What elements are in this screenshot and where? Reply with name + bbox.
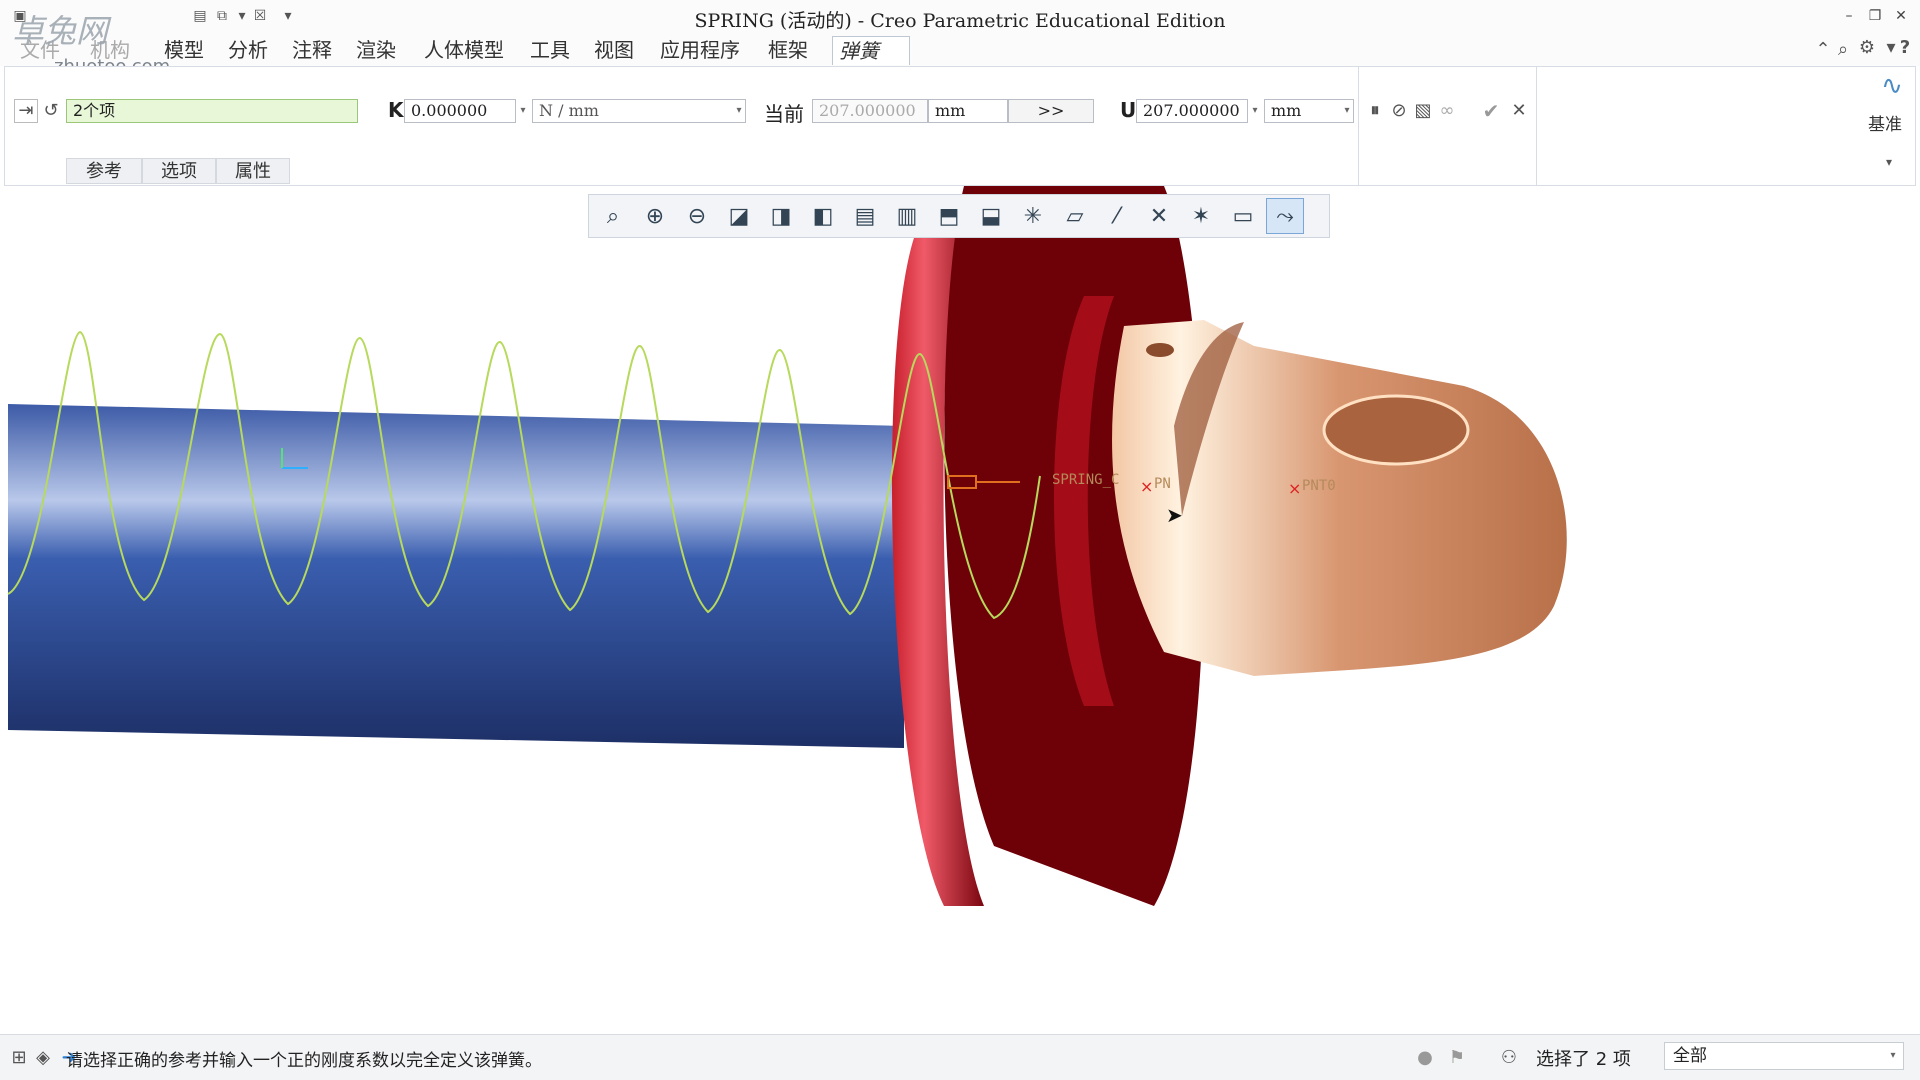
zoom-out-icon[interactable]: ⊖ [678, 198, 716, 234]
tab-view[interactable]: 视图 [588, 36, 640, 64]
point-mark: × [1140, 477, 1153, 496]
flag-icon[interactable]: ⚑ [1446, 1046, 1468, 1070]
selection-filter[interactable]: 全部 [1664, 1042, 1904, 1070]
status-message: 请选择正确的参考并输入一个正的刚度系数以完全定义该弹簧。 [66, 1051, 542, 1071]
pause-icon[interactable]: ⏸ [1364, 99, 1386, 123]
settings-icon[interactable]: ⚙ [1856, 36, 1878, 60]
current-unit-field: mm [928, 99, 1008, 123]
datum-icon[interactable]: ∿ [1876, 73, 1908, 99]
selection-count: 选择了 2 项 [1536, 1049, 1631, 1070]
tab-tools[interactable]: 工具 [524, 36, 576, 64]
ribbon-divider [1358, 66, 1359, 186]
k-unit-select[interactable]: N / mm [532, 99, 746, 123]
point-display-icon[interactable]: ⁄ [1098, 198, 1136, 234]
glasses-icon[interactable]: ∞ [1436, 99, 1458, 123]
close-window-icon[interactable]: ☒ [252, 8, 268, 24]
chevron-down-icon[interactable]: ▾ [234, 8, 250, 24]
chevron-down-icon[interactable]: ▾ [516, 100, 530, 122]
orient-icon[interactable]: ⬓ [972, 198, 1010, 234]
customize-dropdown-icon[interactable]: ▾ [280, 8, 296, 24]
view-manager-icon[interactable]: ▥ [888, 198, 926, 234]
cursor-icon: ➤ [1166, 503, 1183, 527]
axis-display-icon[interactable]: ▱ [1056, 198, 1094, 234]
point-label-pn[interactable]: PN [1154, 476, 1171, 492]
no-preview-icon[interactable]: ⊘ [1388, 99, 1410, 123]
datum-label[interactable]: 基准 [1868, 110, 1902, 135]
tab-applications[interactable]: 应用程序 [654, 36, 746, 64]
spring-ribbon [4, 66, 1916, 186]
tab-properties[interactable]: 属性 [216, 158, 290, 184]
repaint-icon[interactable]: ◪ [720, 198, 758, 234]
spin-center-icon[interactable]: ▭ [1224, 198, 1262, 234]
close-icon[interactable]: ✕ [1890, 6, 1912, 26]
eye-body [1112, 320, 1567, 676]
collapse-ribbon-icon[interactable]: ⌃ [1812, 38, 1834, 62]
display-style-icon[interactable]: ⬒ [930, 198, 968, 234]
layout-icon[interactable]: ⊞ [8, 1046, 30, 1070]
current-value-field: 207.000000 [812, 99, 928, 123]
point-mark: × [1288, 479, 1301, 498]
binoculars-icon[interactable]: ⚇ [1498, 1046, 1520, 1070]
u-value-field[interactable]: 207.000000 [1136, 99, 1248, 123]
help-icon[interactable]: ? [1894, 36, 1916, 60]
window-switch-icon[interactable]: ⧉ [214, 8, 230, 24]
zoom-in-icon[interactable]: ⊕ [636, 198, 674, 234]
refit-icon[interactable]: ⌕ [594, 198, 632, 234]
tab-annotate[interactable]: 注释 [286, 36, 338, 64]
point-label-pnt0[interactable]: PNT0 [1302, 478, 1336, 494]
mechanism-display-icon[interactable]: ⤳ [1266, 198, 1304, 234]
watermark-logo: 卓兔网 [12, 12, 109, 50]
shaded-edges-icon[interactable]: ◨ [762, 198, 800, 234]
tab-analysis[interactable]: 分析 [222, 36, 274, 64]
model-view: × × ➤ [7, 186, 1567, 906]
confirm-icon[interactable]: ✔ [1480, 99, 1502, 123]
chevron-down-icon[interactable]: ▾ [1248, 100, 1262, 122]
annotation-display-icon[interactable]: ✶ [1182, 198, 1220, 234]
chevron-down-icon[interactable]: ▾ [1878, 150, 1900, 174]
current-label: 当前 [764, 102, 804, 126]
preview-icon[interactable]: ▧ [1412, 99, 1434, 123]
record-icon[interactable]: ● [1414, 1046, 1436, 1070]
minimize-icon[interactable]: – [1838, 6, 1860, 26]
tab-options[interactable]: 选项 [142, 158, 216, 184]
saved-views-icon[interactable]: ▤ [846, 198, 884, 234]
tab-render[interactable]: 渲染 [350, 36, 402, 64]
chevron-down-icon[interactable]: ▾ [1340, 100, 1354, 122]
chevron-down-icon[interactable]: ▾ [732, 100, 746, 122]
k-value-field[interactable]: 0.000000 [404, 99, 516, 123]
ribbon-divider [1536, 66, 1537, 186]
rod-body [8, 404, 904, 748]
chevron-down-icon[interactable]: ▾ [1886, 1045, 1900, 1067]
tab-references[interactable]: 参考 [66, 158, 142, 184]
reference-collector-icon[interactable]: ⇥ [14, 99, 38, 123]
navigator-icon[interactable]: ◈ [32, 1046, 54, 1070]
eye-pinhole [1146, 343, 1174, 357]
save-icon[interactable]: ▤ [192, 8, 208, 24]
more-button[interactable]: >> [1008, 99, 1094, 123]
search-icon[interactable]: ⌕ [1832, 38, 1854, 62]
csys-display-icon[interactable]: ✕ [1140, 198, 1178, 234]
cancel-icon[interactable]: ✕ [1508, 99, 1530, 123]
tab-manikin[interactable]: 人体模型 [418, 36, 510, 64]
reference-field[interactable]: 2个项 [66, 99, 358, 123]
spring-label[interactable]: SPRING_C [1052, 472, 1119, 488]
restore-icon[interactable]: ❐ [1864, 6, 1886, 26]
k-label: K [388, 98, 404, 122]
plane-display-icon[interactable]: ✳ [1014, 198, 1052, 234]
tab-spring[interactable]: 弹簧 [832, 36, 910, 65]
flip-icon[interactable]: ↺ [40, 99, 62, 123]
u-label: U [1120, 98, 1137, 122]
graphics-viewport[interactable]: × × ➤ SPRING_C PN PNT0 [4, 186, 1916, 1034]
tab-framework[interactable]: 框架 [762, 36, 814, 64]
shaded-icon[interactable]: ◧ [804, 198, 842, 234]
